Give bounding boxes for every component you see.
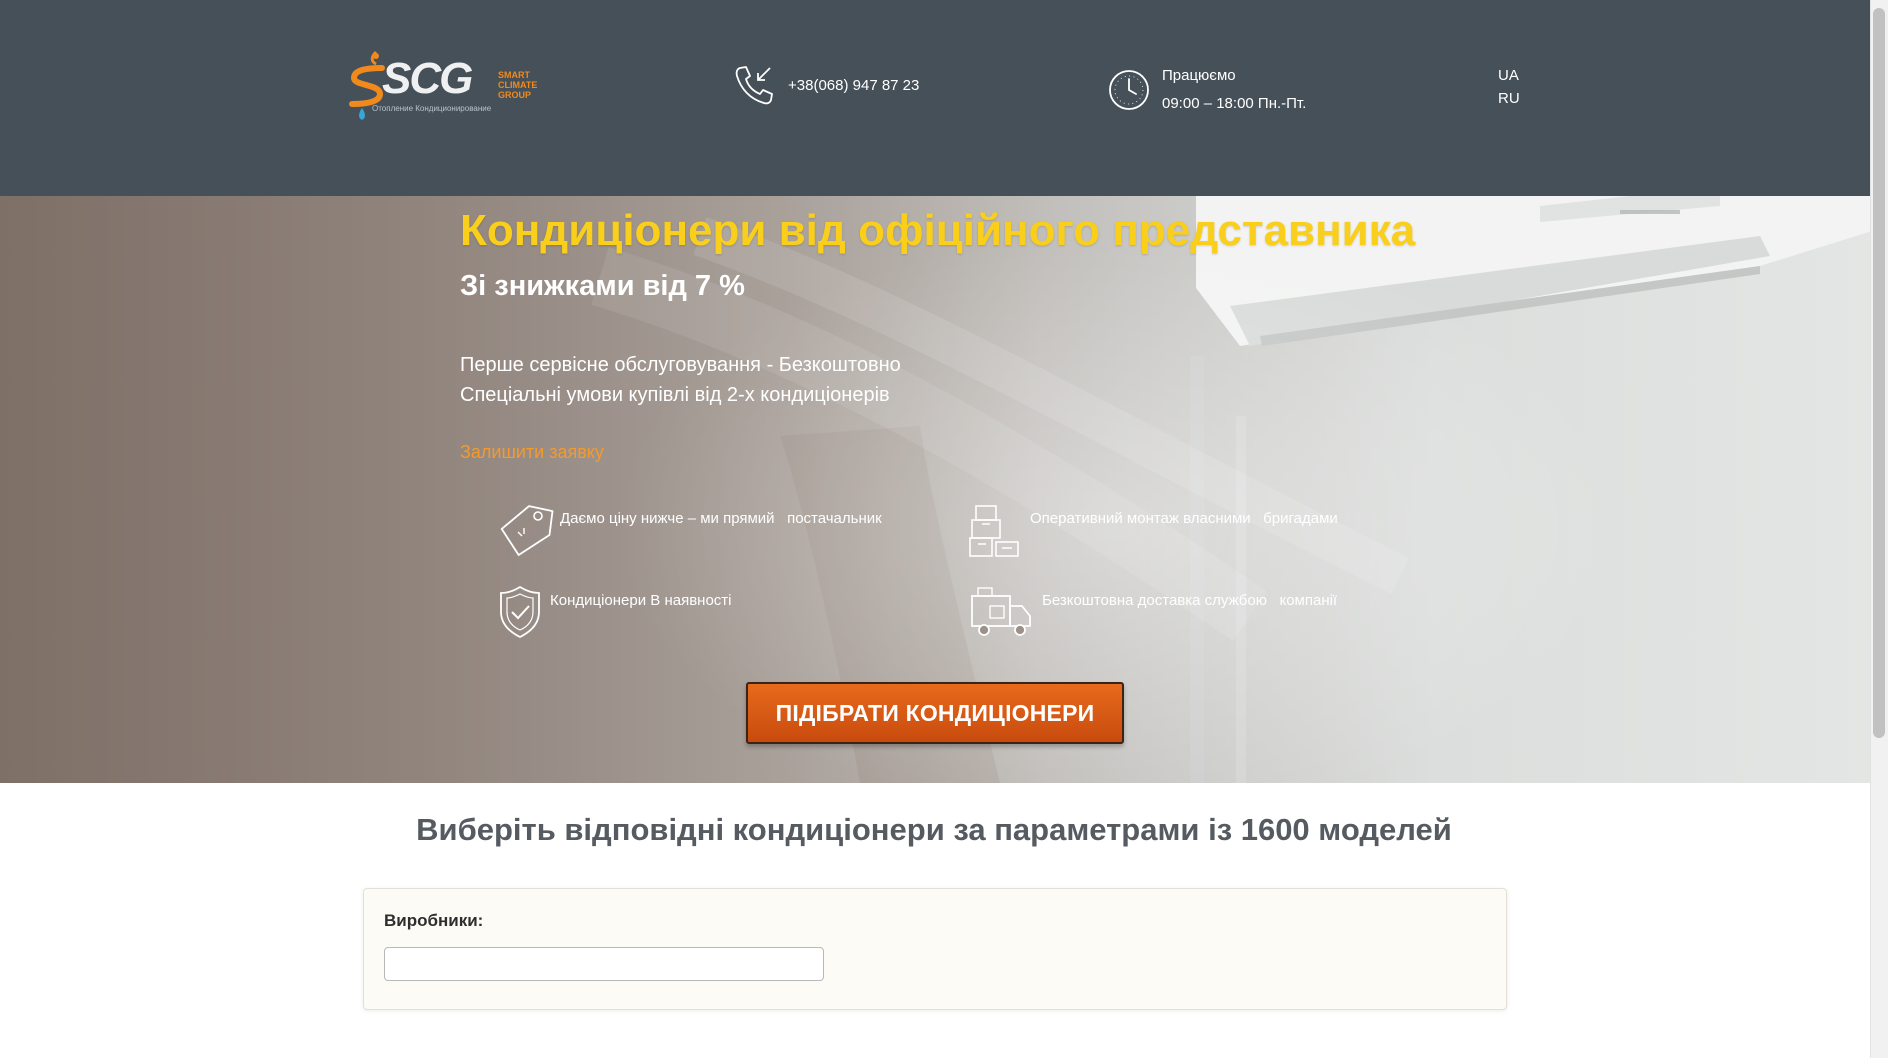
working-hours: Працюємо 09:00 – 18:00 Пн.-Пт. bbox=[1108, 62, 1306, 118]
hours-time: 09:00 – 18:00 Пн.-Пт. bbox=[1162, 95, 1307, 112]
hours-label: Працюємо bbox=[1162, 67, 1236, 84]
filter-panel: Виробники: bbox=[363, 888, 1507, 1010]
delivery-truck-icon bbox=[971, 587, 1031, 636]
shield-check-icon bbox=[500, 585, 540, 639]
logo-subtitle: Отопление Кондиционирование bbox=[372, 104, 492, 113]
feature-item: Оперативний монтаж власними бригадами bbox=[968, 502, 1338, 558]
hero-banner: Кондиціонери від офіційного представника… bbox=[0, 196, 1888, 783]
feature-text: Оперативний монтаж власними бригадами bbox=[1030, 510, 1338, 527]
header-phone[interactable]: +38(068) 947 87 23 bbox=[734, 64, 919, 106]
hero-title: Кондиціонери від офіційного представника bbox=[460, 206, 1416, 255]
choose-conditioners-button[interactable]: ПІДІБРАТИ КОНДИЦІОНЕРИ bbox=[746, 682, 1124, 744]
logo[interactable]: SCG SMART CLIMATE GROUP Отопление Кондиц… bbox=[348, 48, 548, 124]
lang-ru-link[interactable]: RU bbox=[1498, 87, 1520, 110]
hero-benefit-1: Перше сервісне обслуговування - Безкошто… bbox=[460, 354, 901, 376]
page-scrollbar-thumb[interactable] bbox=[1873, 8, 1885, 738]
filter-section-heading: Виберіть відповідні кондиціонери за пара… bbox=[416, 812, 1452, 847]
feature-item: Безкоштовна доставка службою компанії bbox=[968, 584, 1337, 640]
price-tag-icon bbox=[500, 505, 554, 556]
logo-tagline: SMART CLIMATE GROUP bbox=[498, 70, 538, 100]
feature-text: Кондиціонери В наявності bbox=[550, 592, 732, 609]
language-switcher: UA RU bbox=[1498, 64, 1520, 110]
site-header: SCG SMART CLIMATE GROUP Отопление Кондиц… bbox=[0, 0, 1888, 196]
leave-request-link[interactable]: Залишити заявку bbox=[460, 442, 604, 463]
feature-item: Кондиціонери В наявності bbox=[498, 584, 732, 640]
clock-icon bbox=[1109, 70, 1149, 110]
feature-item: Даємо ціну нижче – ми прямий постачальни… bbox=[498, 502, 882, 560]
feature-text: Даємо ціну нижче – ми прямий постачальни… bbox=[560, 510, 882, 527]
lang-ua-link[interactable]: UA bbox=[1498, 64, 1520, 87]
phone-call-icon bbox=[735, 66, 773, 105]
feature-text: Безкоштовна доставка службою компанії bbox=[1042, 592, 1338, 609]
manufacturers-input[interactable] bbox=[384, 947, 824, 981]
manufacturers-label: Виробники: bbox=[384, 911, 484, 930]
logo-brand-text: SCG bbox=[382, 54, 473, 103]
hero-subtitle: Зі знижками від 7 % bbox=[460, 270, 745, 302]
boxes-icon bbox=[969, 505, 1019, 557]
hero-benefit-2: Спеціальні умови купівлі від 2-х кондиці… bbox=[460, 384, 890, 406]
phone-number[interactable]: +38(068) 947 87 23 bbox=[788, 77, 919, 94]
